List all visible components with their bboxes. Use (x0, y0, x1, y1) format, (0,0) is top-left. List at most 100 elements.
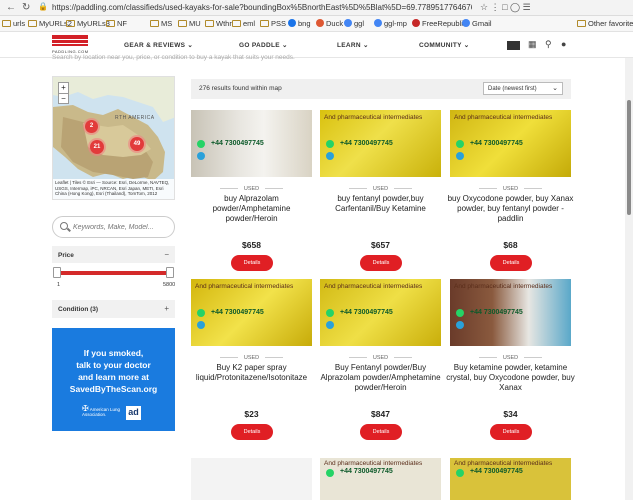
listing-title[interactable]: buy Oxycodone powder, buy Xanax powder, … (446, 194, 575, 224)
details-button[interactable]: Details (360, 424, 402, 440)
condition-tag: USED (450, 186, 571, 192)
lock-icon: 🔒 (38, 2, 48, 11)
bookmark-item[interactable]: bng (288, 19, 311, 28)
keyword-search-input[interactable] (73, 221, 169, 234)
back-icon[interactable]: ← (6, 2, 16, 13)
listing-image[interactable]: +44 7300497745 (191, 110, 312, 177)
details-button[interactable]: Details (231, 255, 273, 271)
folder-icon (66, 20, 75, 27)
listing-image[interactable]: And pharmaceutical intermediates +44 730… (320, 458, 441, 500)
folder-icon (344, 19, 352, 27)
price-min-label: 1 (57, 282, 61, 288)
listing-title[interactable]: buy fentanyl powder,buy Carfentanil/Buy … (316, 194, 445, 214)
folder-icon (316, 19, 324, 27)
whatsapp-icon (326, 309, 334, 317)
whatsapp-icon (197, 309, 205, 317)
listing-map[interactable]: + − RTH AMERICA 2 21 49 Leaflet | Tiles … (52, 76, 175, 200)
collapse-icon[interactable]: − (164, 250, 169, 259)
zoom-in-button[interactable]: + (59, 83, 68, 94)
condition-filter-header[interactable]: Condition (3) + (52, 300, 175, 318)
map-cluster[interactable]: 21 (90, 140, 104, 154)
bookmark-item[interactable]: eml (232, 19, 255, 28)
bookmark-item[interactable]: Other favorites (577, 19, 633, 28)
nav-gear-reviews[interactable]: GEAR & REVIEWS ⌄ (124, 41, 193, 49)
listing-image[interactable]: And pharmaceutical intermediates +44 7300… (320, 279, 441, 346)
bookmark-item[interactable]: MS (150, 19, 172, 28)
price-max-handle[interactable] (166, 267, 174, 278)
listing-image[interactable] (191, 458, 312, 500)
expand-icon[interactable]: + (164, 304, 169, 313)
bookmark-item[interactable]: ggl (344, 19, 364, 28)
listing-price: $23 (244, 409, 259, 419)
nav-go-paddle[interactable]: GO PADDLE ⌄ (239, 41, 288, 49)
user-icon[interactable]: ● (561, 39, 566, 49)
grid-icon[interactable]: ▦ (528, 39, 537, 50)
sort-select[interactable]: Date (newest first) ⌄ (483, 82, 563, 95)
page-tagline: Search by location near you, price, or c… (52, 54, 295, 61)
details-button[interactable]: Details (490, 424, 532, 440)
bookmark-item[interactable]: Duck (316, 19, 343, 28)
map-zoom-controls[interactable]: + − (58, 82, 69, 104)
nav-learn[interactable]: LEARN ⌄ (337, 41, 369, 49)
nav-community[interactable]: COMMUNITY ⌄ (419, 41, 470, 49)
price-slider-track[interactable] (56, 271, 173, 275)
listing-image[interactable]: And pharmaceutical intermediates +44 7300… (320, 110, 441, 177)
listing-title[interactable]: Buy ketamine powder, ketamine crystal, b… (446, 363, 575, 393)
toolbar-icons[interactable]: ☆ ⋮ □ ◯ ☰ (480, 2, 531, 13)
keyword-search[interactable] (52, 216, 175, 238)
telegram-icon (197, 152, 205, 160)
zoom-out-button[interactable]: − (59, 94, 68, 104)
listing-image[interactable]: And pharmaceutical intermediates +44 7300… (450, 279, 571, 346)
folder-icon (260, 20, 269, 27)
map-region-label: RTH AMERICA (115, 115, 155, 121)
price-min-handle[interactable] (53, 267, 61, 278)
telegram-icon (326, 152, 334, 160)
map-cluster[interactable]: 49 (130, 137, 144, 151)
listing-image[interactable]: And pharmaceutical intermediates +44 7300… (450, 110, 571, 177)
price-max-label: 5800 (163, 282, 176, 288)
bookmark-item[interactable]: urls (2, 19, 25, 28)
folder-icon (374, 19, 382, 27)
telegram-icon (456, 321, 464, 329)
listing-price: $847 (371, 409, 390, 419)
advertisement[interactable]: If you smoked, talk to your doctor and l… (52, 328, 175, 431)
listing-image[interactable]: And pharmaceutical intermediates +44 730… (450, 458, 571, 500)
listing-image[interactable]: And pharmaceutical intermediates +44 7300… (191, 279, 312, 346)
search-icon[interactable]: ⚲ (545, 39, 552, 50)
bookmark-item[interactable]: Wthr (205, 19, 232, 28)
address-bar[interactable]: https://paddling.com/classifieds/used-ka… (52, 2, 472, 14)
bookmark-item[interactable]: MyURLs3 (66, 19, 110, 28)
map-cluster[interactable]: 2 (85, 120, 98, 133)
listing-price: $34 (503, 409, 518, 419)
listing-price: $657 (371, 240, 390, 250)
listing-price: $658 (242, 240, 261, 250)
folder-icon (288, 19, 296, 27)
listing-title[interactable]: Buy K2 paper spray liquid/Protonitazene/… (187, 363, 316, 383)
bookmark-item[interactable]: NF (106, 19, 127, 28)
folder-icon (28, 20, 37, 27)
details-button[interactable]: Details (231, 424, 273, 440)
price-filter-header[interactable]: Price − (52, 246, 175, 263)
site-logo[interactable]: PADDLING.COM (52, 35, 88, 55)
image-phone: +44 7300497745 (470, 140, 523, 147)
folder-icon (205, 20, 214, 27)
bookmark-item[interactable]: ggl-mp (374, 19, 407, 28)
bookmark-item[interactable]: PSS (260, 19, 286, 28)
bookmark-item[interactable]: FreeRepublic (412, 19, 467, 28)
bookmark-item[interactable]: Gmail (462, 19, 492, 28)
scrollbar-thumb[interactable] (627, 100, 631, 215)
refresh-icon[interactable]: ↻ (22, 2, 30, 13)
results-count: 276 results found within map (199, 85, 282, 92)
folder-icon (106, 20, 115, 27)
details-button[interactable]: Details (490, 255, 532, 271)
chevron-down-icon: ⌄ (552, 85, 558, 92)
ad-council-logo: ad (126, 406, 141, 420)
image-phone: +44 7300497745 (211, 140, 264, 147)
listing-title[interactable]: Buy Fentanyl powder/Buy Alprazolam powde… (316, 363, 445, 393)
sell-icon[interactable] (507, 41, 520, 50)
condition-tag: USED (320, 355, 441, 361)
details-button[interactable]: Details (360, 255, 402, 271)
whatsapp-icon (326, 140, 334, 148)
bookmark-item[interactable]: MU (178, 19, 201, 28)
listing-title[interactable]: buy Alprazolam powder/Amphetamine powder… (187, 194, 316, 224)
